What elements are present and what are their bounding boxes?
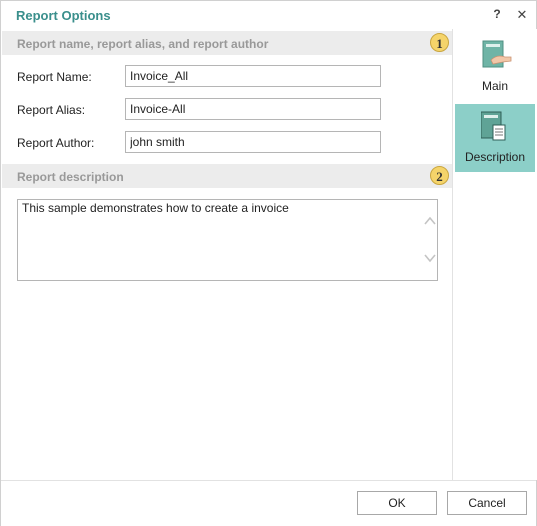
step-badge-2: 2 (430, 166, 449, 185)
options-sidebar: Main Description (452, 29, 537, 480)
hand-document-icon (481, 40, 512, 70)
report-author-label: Report Author: (17, 136, 95, 150)
content-panel: Report name, report alias, and report au… (1, 29, 452, 480)
report-name-label: Report Name: (17, 70, 92, 84)
section-header-label: Report name, report alias, and report au… (17, 37, 269, 51)
close-button[interactable]: ✕ (515, 7, 529, 23)
sidebar-item-main[interactable]: Main (455, 33, 535, 101)
ok-button[interactable]: OK (357, 491, 437, 515)
help-button[interactable]: ? (490, 7, 504, 23)
scroll-down-icon[interactable] (423, 251, 437, 265)
description-textarea[interactable]: This sample demonstrates how to create a… (17, 199, 438, 281)
sidebar-item-label: Main (481, 79, 508, 93)
report-alias-label: Report Alias: (17, 103, 86, 117)
dialog-footer: OK Cancel (1, 480, 536, 526)
description-text: This sample demonstrates how to create a… (22, 201, 289, 215)
report-name-input[interactable] (125, 65, 381, 87)
section-header-label: Report description (17, 170, 124, 184)
report-alias-input[interactable] (125, 98, 381, 120)
report-options-dialog: Report Options ? ✕ Report name, report a… (0, 0, 537, 526)
sidebar-item-label: Description (464, 150, 526, 164)
section-header-description: Report description 2 (2, 164, 452, 188)
scroll-up-icon[interactable] (423, 214, 437, 228)
title-bar: Report Options ? ✕ (1, 1, 536, 29)
section-header-main: Report name, report alias, and report au… (2, 31, 452, 55)
cancel-button[interactable]: Cancel (447, 491, 527, 515)
dialog-title: Report Options (16, 8, 111, 23)
document-page-icon (480, 111, 509, 141)
report-author-input[interactable] (125, 131, 381, 153)
sidebar-item-description[interactable]: Description (455, 104, 535, 172)
step-badge-1: 1 (430, 33, 449, 52)
